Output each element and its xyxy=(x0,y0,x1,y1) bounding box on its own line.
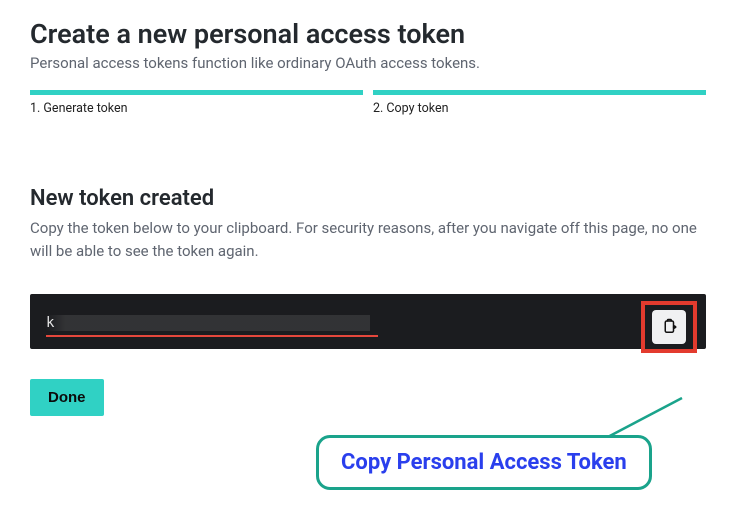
copy-button-highlight xyxy=(641,301,697,353)
progress-steps: 1. Generate token 2. Copy token xyxy=(30,90,706,116)
copy-token-button[interactable] xyxy=(652,310,686,344)
step-generate-token: 1. Generate token xyxy=(30,90,363,116)
done-button[interactable]: Done xyxy=(30,379,104,416)
section-title: New token created xyxy=(30,186,706,211)
step-bar xyxy=(373,90,706,95)
clipboard-copy-icon xyxy=(660,318,678,336)
token-value[interactable]: k xyxy=(46,315,370,331)
callout-label: Copy Personal Access Token xyxy=(316,435,652,490)
section-subtitle: Copy the token below to your clipboard. … xyxy=(30,217,706,264)
step-label: 1. Generate token xyxy=(30,101,363,116)
step-copy-token: 2. Copy token xyxy=(373,90,706,116)
step-bar xyxy=(30,90,363,95)
page-subtitle: Personal access tokens function like ord… xyxy=(30,54,706,72)
step-label: 2. Copy token xyxy=(373,101,706,116)
page-title: Create a new personal access token xyxy=(30,18,706,50)
token-display: k xyxy=(30,294,706,349)
token-underline xyxy=(46,335,378,337)
